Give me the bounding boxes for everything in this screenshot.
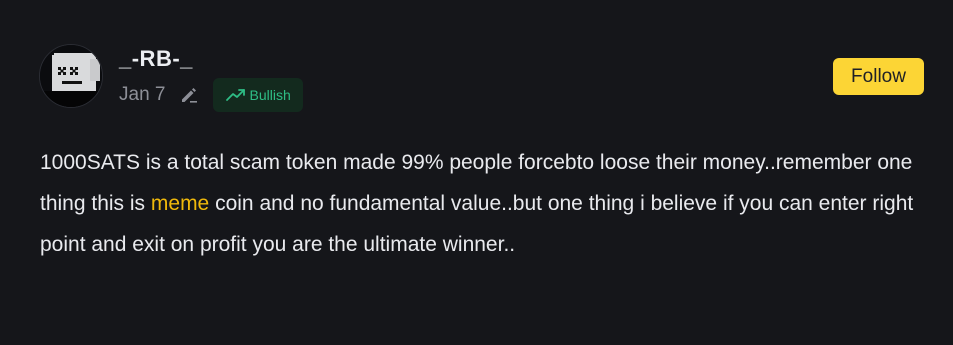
post-card: _-RB-_ Jan 7 Bullish Follow 1000SATS is …	[0, 0, 953, 345]
pixel-face-avatar-icon	[40, 45, 102, 107]
post-date: Jan 7	[119, 84, 166, 105]
post-content: 1000SATS is a total scam token made 99% …	[40, 142, 920, 265]
hashtag-link[interactable]: meme	[151, 192, 209, 215]
trend-up-icon	[225, 88, 247, 102]
username[interactable]: _-RB-_	[119, 46, 193, 72]
sentiment-label: Bullish	[249, 87, 291, 103]
sentiment-tag: Bullish	[213, 78, 303, 112]
avatar[interactable]	[39, 44, 103, 108]
pencil-icon	[179, 85, 199, 105]
post-meta: Jan 7 Bullish	[119, 78, 303, 112]
follow-button[interactable]: Follow	[833, 58, 924, 95]
